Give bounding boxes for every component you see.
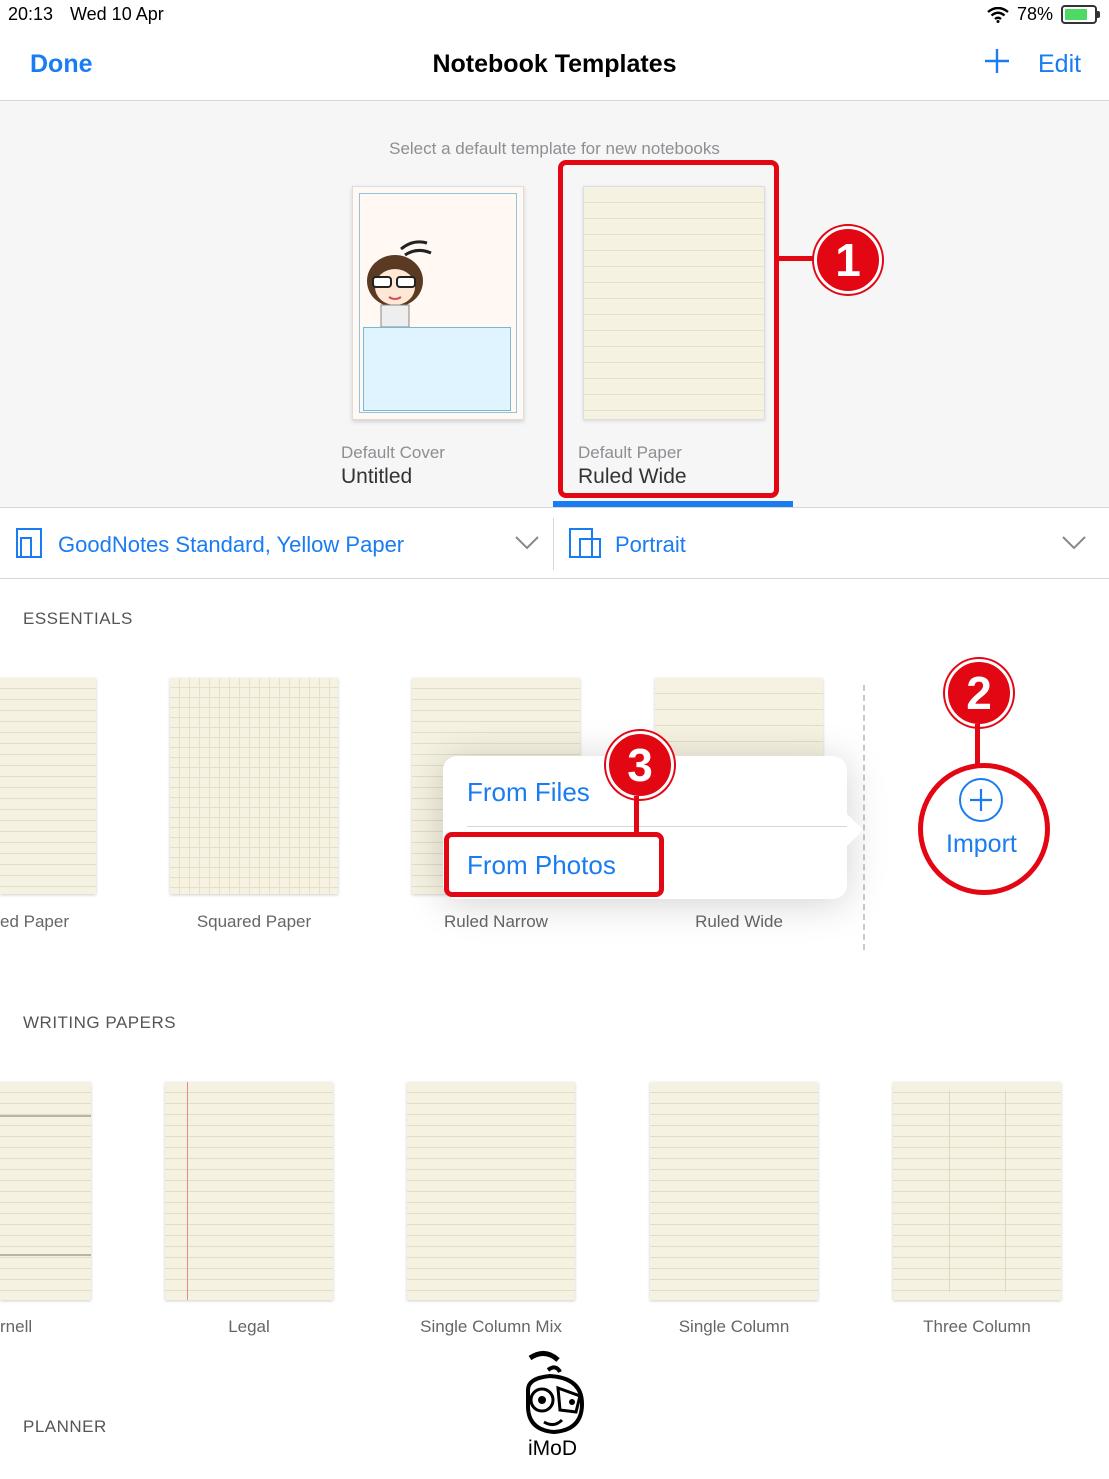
status-bar: 20:13 Wed 10 Apr 78% <box>0 0 1109 30</box>
template-label: Single Column Mix <box>420 1317 562 1336</box>
orientation-selector[interactable]: Portrait <box>615 532 686 558</box>
imod-watermark-text: iMoD <box>528 1437 578 1460</box>
template-thumbnail[interactable] <box>407 1082 575 1300</box>
template-set-selector[interactable]: GoodNotes Standard, Yellow Paper <box>58 532 404 558</box>
annotation-connector <box>634 796 639 832</box>
template-label: Ruled Wide <box>695 912 783 931</box>
default-cover-label: Default Cover <box>341 443 445 462</box>
default-cover-value: Untitled <box>341 465 413 488</box>
status-time: 20:13 <box>8 4 54 24</box>
template-label: ed Paper <box>0 912 69 931</box>
template-thumbnail[interactable] <box>650 1082 818 1300</box>
battery-percent: 78% <box>1016 4 1053 24</box>
template-set-icon <box>16 528 42 558</box>
template-picker-row: GoodNotes Standard, Yellow Paper Portrai… <box>0 507 1109 579</box>
battery-icon <box>1061 5 1100 24</box>
default-cover-thumbnail[interactable] <box>352 186 524 420</box>
template-thumbnail[interactable] <box>893 1082 1061 1300</box>
import-divider <box>863 685 865 950</box>
annotation-highlight-from-photos <box>444 832 664 897</box>
annotation-highlight-default-paper <box>558 160 779 498</box>
template-label: Single Column <box>678 1317 790 1336</box>
edit-button[interactable]: Edit <box>1038 50 1081 79</box>
from-files-option[interactable]: From Files <box>467 777 590 808</box>
add-plus-icon[interactable] <box>982 46 1012 76</box>
template-label: Squared Paper <box>196 912 312 931</box>
template-thumbnail[interactable] <box>170 678 338 894</box>
annotation-circle-import <box>918 763 1050 895</box>
template-label: Legal <box>228 1317 270 1336</box>
template-thumbnail[interactable] <box>0 1082 91 1300</box>
status-date: Wed 10 Apr <box>70 4 164 24</box>
annotation-badge-1: 1 <box>814 226 882 294</box>
chevron-down-icon[interactable] <box>515 536 539 550</box>
done-button[interactable]: Done <box>30 50 93 79</box>
template-label: rnell <box>0 1317 33 1336</box>
annotation-badge-2: 2 <box>945 659 1013 727</box>
section-title-planner: PLANNER <box>23 1417 107 1436</box>
character-illustration <box>367 240 432 328</box>
wifi-icon <box>987 6 1009 23</box>
template-thumbnail[interactable] <box>165 1082 333 1300</box>
chevron-down-icon[interactable] <box>1062 536 1086 550</box>
section-title-essentials: ESSENTIALS <box>23 609 133 628</box>
default-templates-section: Select a default template for new notebo… <box>0 101 1109 507</box>
template-label: Ruled Narrow <box>444 912 548 931</box>
section-title-writing-papers: WRITING PAPERS <box>23 1013 177 1032</box>
annotation-connector <box>774 256 816 261</box>
annotation-connector <box>975 724 980 764</box>
navigation-bar: Done Notebook Templates Edit <box>0 30 1109 101</box>
template-label: Three Column <box>923 1317 1031 1336</box>
annotation-badge-3: 3 <box>606 731 674 799</box>
orientation-icon <box>569 528 601 558</box>
template-thumbnail[interactable] <box>0 678 96 894</box>
page-title: Notebook Templates <box>432 50 677 78</box>
defaults-caption: Select a default template for new notebo… <box>389 139 720 158</box>
